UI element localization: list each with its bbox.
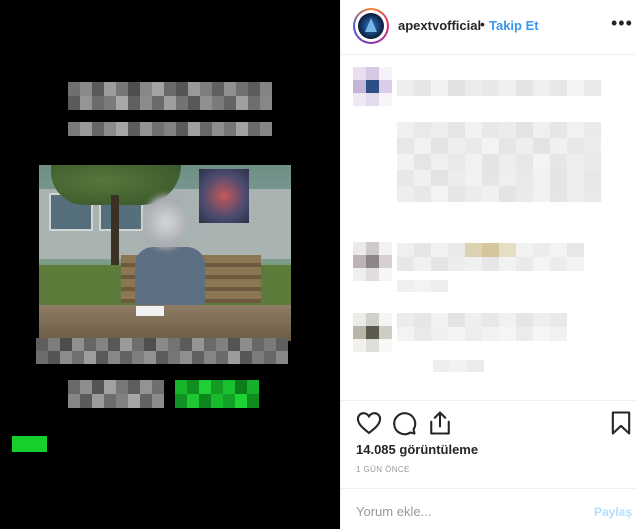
comment-box: Paylaş [341,488,635,530]
separator-dot: • [480,16,485,32]
post-actions [341,400,635,441]
person-figure [135,247,205,307]
more-horizontal-icon[interactable]: ••• [611,13,633,34]
follow-button[interactable]: Takip Et [489,18,539,33]
share-icon[interactable] [426,409,454,437]
pixelated-caption-text [397,122,601,202]
comment-icon[interactable] [390,409,418,437]
view-count[interactable]: 14.085 görüntüleme [356,442,478,457]
post-header: apextvofficial • Takip Et ••• [341,0,635,55]
avatar[interactable] [353,8,389,44]
pixelated-comment-meta [397,280,448,292]
bookmark-icon[interactable] [607,409,635,437]
post-details-panel: apextvofficial • Takip Et ••• 14.085 gör… [340,0,635,529]
pixelated-title-line [68,122,272,136]
pixelated-caption-text [397,80,601,96]
video-frame[interactable] [39,165,291,341]
post-timestamp[interactable]: 1 GÜN ÖNCE [356,465,410,474]
graffiti-art [199,169,249,223]
post-media[interactable] [0,0,340,529]
comment-input[interactable] [356,501,576,521]
apex-logo-icon [358,13,384,39]
pixelated-title-line [68,82,272,110]
comments-list [341,55,635,400]
green-highlight-bar [12,436,47,452]
heart-icon[interactable] [355,409,383,437]
pixelated-green-word [175,380,259,408]
pixelated-comment-meta [433,360,484,372]
pixelated-word [68,380,164,408]
username-link[interactable]: apextvofficial [398,18,481,33]
pixelated-comment-text [397,243,584,271]
wooden-table [39,305,291,341]
blurred-face [144,195,188,249]
tree-trunk [111,195,119,275]
pixelated-avatar[interactable] [353,67,392,106]
pixelated-comment-text [397,313,567,341]
paper-sheet [136,306,164,316]
post-comment-button[interactable]: Paylaş [594,505,632,519]
instagram-post-view: apextvofficial • Takip Et ••• 14.085 gör… [0,0,635,529]
pixelated-avatar[interactable] [353,242,392,281]
pixelated-avatar[interactable] [353,313,392,352]
pixelated-caption [36,338,288,364]
